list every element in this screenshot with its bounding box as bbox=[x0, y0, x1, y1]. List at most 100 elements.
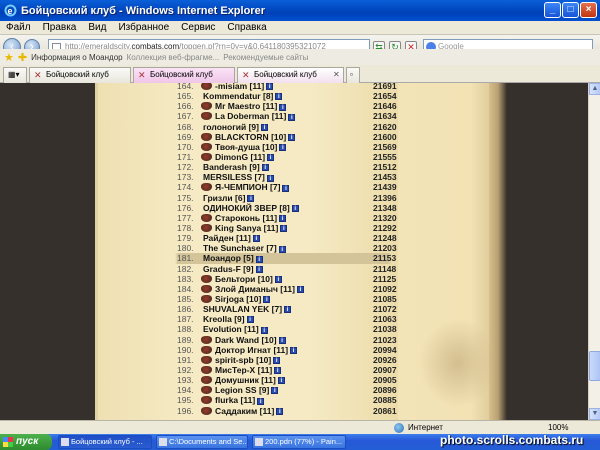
player-name[interactable]: Mr Maestro [11] i bbox=[215, 101, 287, 111]
player-name[interactable]: Banderash [9] i bbox=[203, 162, 269, 172]
player-name[interactable]: BLACKTORN [10] i bbox=[215, 132, 296, 142]
player-name[interactable]: Доктор Игнат [11] i bbox=[215, 345, 298, 355]
player-name[interactable]: голоногий [9] i bbox=[203, 122, 268, 132]
player-name-text[interactable]: Моандор bbox=[203, 253, 241, 263]
menu-favorites[interactable]: Избранное bbox=[112, 22, 175, 33]
player-name-text[interactable]: The Sunchaser bbox=[203, 243, 264, 253]
player-name[interactable]: The Sunchaser [7] i bbox=[203, 243, 286, 253]
menu-view[interactable]: Вид bbox=[82, 22, 112, 33]
info-icon[interactable]: i bbox=[279, 215, 287, 223]
player-name-text[interactable]: Доктор Игнат bbox=[215, 345, 271, 355]
player-name-text[interactable]: Твоя-душа bbox=[215, 142, 260, 152]
player-name[interactable]: King Sanya [11] i bbox=[215, 223, 288, 233]
player-name-text[interactable]: Бельтори bbox=[215, 274, 255, 284]
info-icon[interactable]: i bbox=[255, 265, 263, 273]
tab-close-icon[interactable]: ✕ bbox=[333, 68, 340, 82]
player-name[interactable]: Староконь [11] i bbox=[215, 213, 287, 223]
player-name[interactable]: Sirjoga [10] i bbox=[215, 294, 271, 304]
player-name[interactable]: SHUVALAN YEK [7] i bbox=[203, 304, 292, 314]
player-name[interactable]: spirit-spb [10] i bbox=[215, 355, 281, 365]
player-name-text[interactable]: MERSILESS bbox=[203, 172, 252, 182]
player-name-text[interactable]: МисТер-X bbox=[215, 365, 255, 375]
menu-file[interactable]: Файл bbox=[0, 22, 37, 33]
player-name[interactable]: MERSILESS [7] i bbox=[203, 172, 274, 182]
player-name[interactable]: -misiam [11] i bbox=[215, 83, 274, 91]
info-icon[interactable]: i bbox=[290, 346, 298, 354]
player-name-text[interactable]: Mr Maestro bbox=[215, 101, 260, 111]
info-icon[interactable]: i bbox=[260, 326, 268, 334]
player-name-text[interactable]: голоногий bbox=[203, 122, 246, 132]
info-icon[interactable]: i bbox=[271, 387, 279, 395]
info-icon[interactable]: i bbox=[255, 255, 263, 263]
scroll-thumb[interactable] bbox=[589, 351, 600, 381]
info-icon[interactable]: i bbox=[278, 245, 286, 253]
info-icon[interactable]: i bbox=[275, 93, 283, 101]
info-icon[interactable]: i bbox=[252, 235, 260, 243]
maximize-button[interactable]: □ bbox=[562, 2, 579, 18]
player-name[interactable]: Домушник [11] i bbox=[215, 375, 285, 385]
info-icon[interactable]: i bbox=[257, 397, 265, 405]
player-name[interactable]: DimonG [11] i bbox=[215, 152, 275, 162]
info-icon[interactable]: i bbox=[247, 194, 255, 202]
player-name-text[interactable]: Kreolla bbox=[203, 314, 232, 324]
info-icon[interactable]: i bbox=[277, 377, 285, 385]
player-name-text[interactable]: Староконь bbox=[215, 213, 260, 223]
info-icon[interactable]: i bbox=[266, 83, 274, 91]
scroll-down-arrow[interactable]: ▼ bbox=[589, 408, 600, 420]
player-name-text[interactable]: Злой Диманыч bbox=[215, 284, 278, 294]
info-icon[interactable]: i bbox=[291, 204, 299, 212]
start-button[interactable]: пуск bbox=[0, 434, 52, 450]
player-name[interactable]: Бельтори [10] i bbox=[215, 274, 282, 284]
player-name[interactable]: Гризли [6] i bbox=[203, 193, 255, 203]
info-icon[interactable]: i bbox=[261, 164, 269, 172]
info-icon[interactable]: i bbox=[246, 316, 254, 324]
player-name[interactable]: Legion SS [9] i bbox=[215, 385, 279, 395]
info-icon[interactable]: i bbox=[280, 225, 288, 233]
info-icon[interactable]: i bbox=[279, 144, 287, 152]
taskbar-item-ie[interactable]: Бойцовский клуб - ... bbox=[58, 435, 152, 449]
player-name-text[interactable]: DimonG bbox=[215, 152, 248, 162]
player-name-text[interactable]: Dark Wand bbox=[215, 335, 259, 345]
info-icon[interactable]: i bbox=[274, 275, 282, 283]
player-name[interactable]: Kreolla [9] i bbox=[203, 314, 254, 324]
player-name-text[interactable]: BLACKTORN bbox=[215, 132, 269, 142]
player-name[interactable]: Твоя-душа [10] i bbox=[215, 142, 287, 152]
info-icon[interactable]: i bbox=[267, 154, 275, 162]
info-icon[interactable]: i bbox=[296, 286, 304, 294]
info-icon[interactable]: i bbox=[282, 184, 290, 192]
info-icon[interactable]: i bbox=[260, 123, 268, 131]
add-favorite-icon[interactable]: ✚ bbox=[18, 51, 27, 64]
player-name-text[interactable]: La Doberman bbox=[215, 111, 269, 121]
minimize-button[interactable]: _ bbox=[544, 2, 561, 18]
player-name[interactable]: Саддаким [11] i bbox=[215, 406, 284, 416]
favorite-link-1[interactable]: Информация о Моандор bbox=[31, 53, 123, 62]
taskbar-item-paint[interactable]: 200.pdn (77%) - Pain... bbox=[252, 435, 346, 449]
info-icon[interactable]: i bbox=[278, 336, 286, 344]
player-name-text[interactable]: Gradus-F bbox=[203, 264, 241, 274]
player-name-text[interactable]: Evolution bbox=[203, 324, 242, 334]
info-icon[interactable]: i bbox=[266, 174, 274, 182]
scroll-up-arrow[interactable]: ▲ bbox=[589, 83, 600, 95]
favorites-star-icon[interactable]: ★ bbox=[4, 51, 14, 64]
player-name-text[interactable]: -misiam bbox=[215, 83, 247, 91]
menu-help[interactable]: Справка bbox=[221, 22, 272, 33]
taskbar-item-explorer[interactable]: C:\Documents and Se... bbox=[156, 435, 248, 449]
player-name[interactable]: flurka [11] i bbox=[215, 395, 265, 405]
player-name[interactable]: МисТер-X [11] i bbox=[215, 365, 282, 375]
info-icon[interactable]: i bbox=[279, 103, 287, 111]
close-button[interactable]: × bbox=[580, 2, 597, 18]
info-icon[interactable]: i bbox=[288, 133, 296, 141]
player-name-text[interactable]: Саддаким bbox=[215, 406, 257, 416]
title-bar[interactable]: e Бойцовский клуб - Windows Internet Exp… bbox=[0, 0, 600, 21]
new-tab-button[interactable]: ▫ bbox=[346, 67, 360, 83]
favorite-link-3[interactable]: Рекомендуемые сайты bbox=[223, 53, 308, 62]
player-name[interactable]: Evolution [11] i bbox=[203, 324, 268, 334]
tab-1[interactable]: ✕ Бойцовский клуб bbox=[29, 67, 131, 83]
player-name-text[interactable]: SHUVALAN YEK bbox=[203, 304, 269, 314]
player-name[interactable]: La Doberman [11] i bbox=[215, 111, 296, 121]
player-name-text[interactable]: Sirjoga bbox=[215, 294, 244, 304]
vertical-scrollbar[interactable]: ▲ ▼ bbox=[588, 83, 600, 420]
player-name[interactable]: Gradus-F [9] i bbox=[203, 264, 263, 274]
info-icon[interactable]: i bbox=[276, 407, 284, 415]
player-name-text[interactable]: Banderash bbox=[203, 162, 247, 172]
